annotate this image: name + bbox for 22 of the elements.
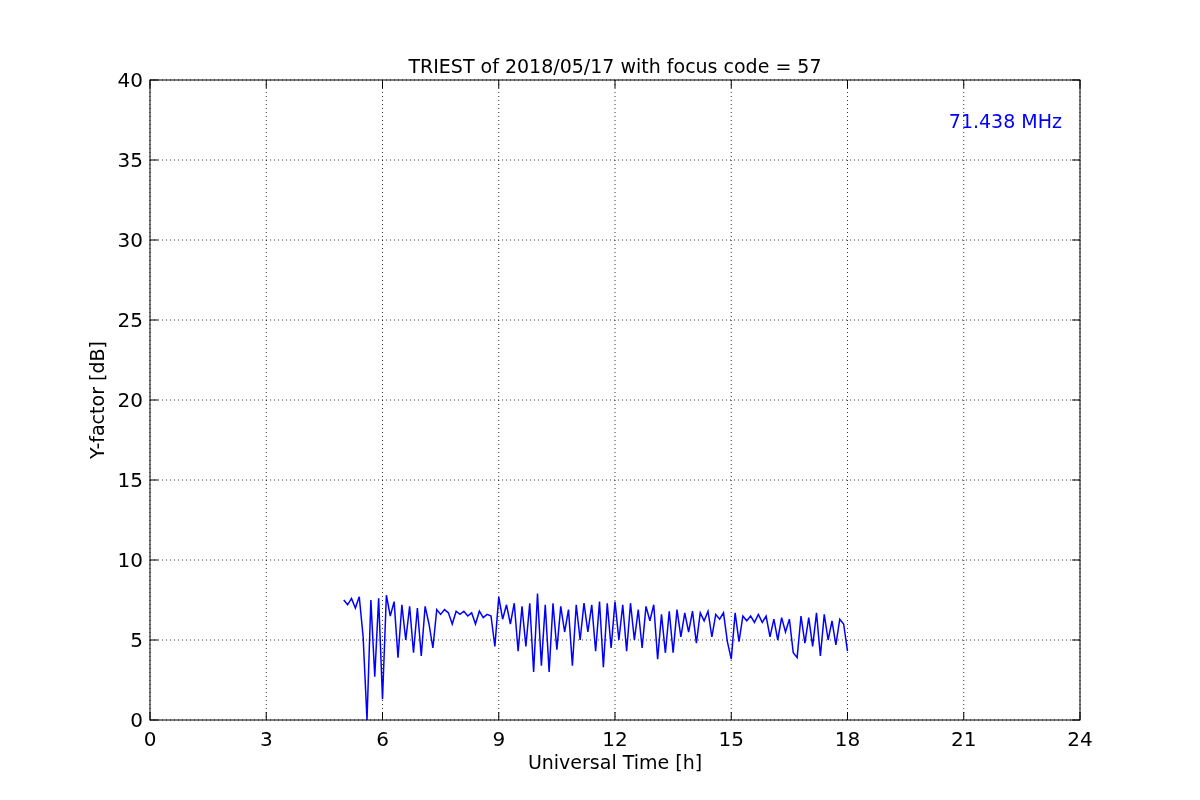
tick-label: 25 xyxy=(117,308,143,332)
tick-label: 0 xyxy=(143,727,157,751)
tick-label: 40 xyxy=(117,68,143,92)
tick-label: 10 xyxy=(117,548,143,572)
tick-label: 30 xyxy=(117,228,143,252)
tick-label: 24 xyxy=(1067,727,1093,751)
tick-label: 12 xyxy=(602,727,628,751)
tick-label: 35 xyxy=(117,148,143,172)
chart-title: TRIEST of 2018/05/17 with focus code = 57 xyxy=(408,55,822,77)
tick-label: 21 xyxy=(951,727,977,751)
tick-label: 15 xyxy=(117,468,143,492)
annotation-text: 71.438 MHz xyxy=(948,110,1062,132)
tick-label: 5 xyxy=(130,628,143,652)
tick-label: 0 xyxy=(130,708,143,732)
axis-label: Y-factor [dB] xyxy=(86,341,108,459)
tick-label: 18 xyxy=(834,727,861,751)
tick-label: 15 xyxy=(718,727,744,751)
tick-label: 9 xyxy=(492,727,506,751)
tick-label: 6 xyxy=(376,727,389,751)
tick-label: 3 xyxy=(259,727,273,751)
axis-label: Universal Time [h] xyxy=(527,751,703,773)
tick-label: 20 xyxy=(117,388,143,412)
